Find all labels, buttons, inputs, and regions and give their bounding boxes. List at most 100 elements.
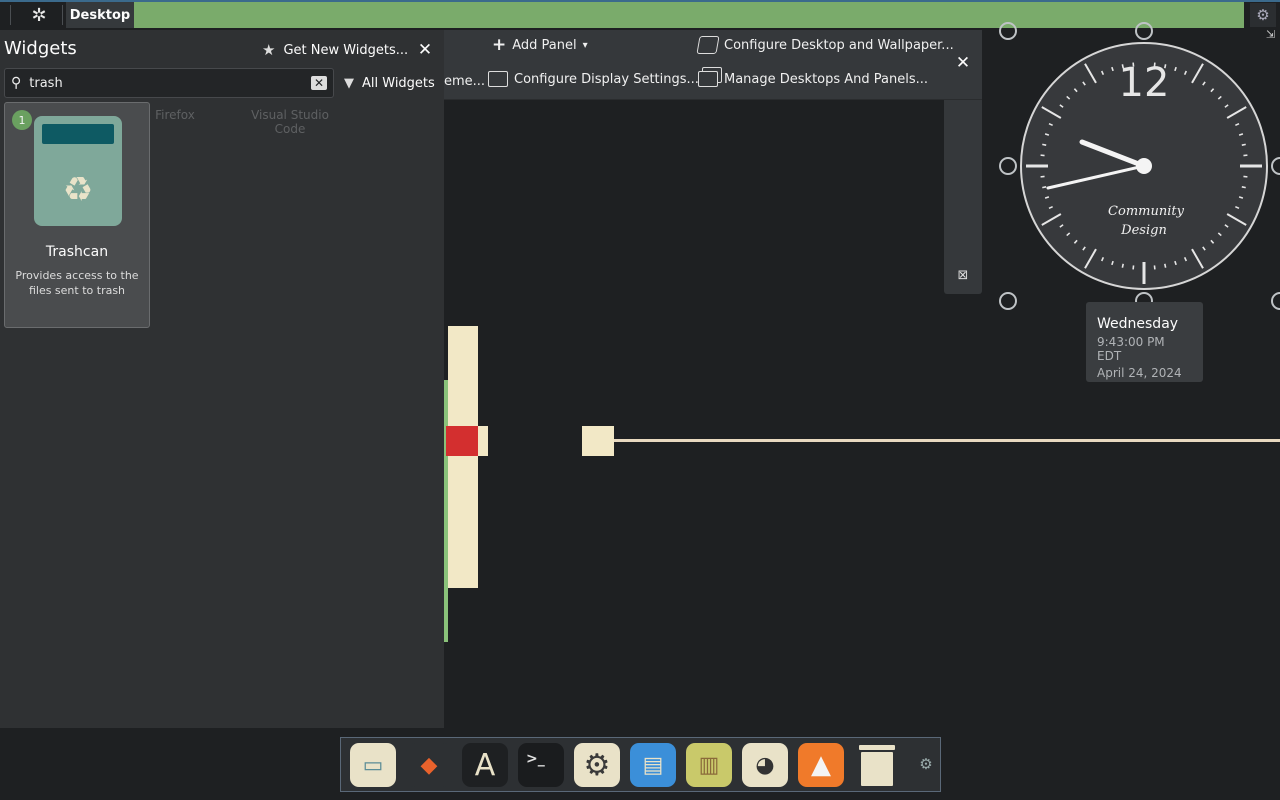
configure-desktop-label: Configure Desktop and Wallpaper... [724, 37, 954, 53]
clock-tick [1066, 232, 1071, 237]
clock-tick [1041, 106, 1062, 119]
visualizer-line [614, 439, 1280, 442]
clock-tick [1217, 232, 1222, 237]
clock-brand-line2: Design [1120, 223, 1167, 238]
clock-tick [1210, 88, 1215, 93]
clock-tick [1174, 66, 1177, 72]
configure-desktop-button[interactable]: Configure Desktop and Wallpaper... [696, 34, 954, 56]
clock-tick [1066, 95, 1071, 100]
clock-tick [1241, 186, 1246, 189]
ghost-label: Firefox [155, 108, 195, 122]
clock-tick [1111, 66, 1114, 72]
resize-handle[interactable] [1271, 292, 1280, 310]
clock-tick [1084, 248, 1097, 269]
clock-tick [1183, 70, 1188, 75]
clock-tick [1073, 88, 1078, 93]
clock-tick [1044, 133, 1050, 136]
resize-handle[interactable] [999, 22, 1017, 40]
clock-tick [1042, 186, 1047, 189]
delete-icon[interactable]: ⊠ [955, 266, 971, 284]
clock-tick [1048, 122, 1053, 127]
clock-tick [1238, 133, 1244, 136]
widget-description: Provides access to the files sent to tra… [15, 269, 139, 297]
filter-icon: ▼ [344, 75, 354, 91]
chevron-down-icon: ▾ [582, 39, 588, 51]
trash-lid [859, 745, 895, 750]
tooltip-date: April 24, 2024 [1097, 366, 1182, 380]
theme-button[interactable]: eme... [444, 70, 485, 92]
theme-label: eme... [444, 73, 486, 89]
clock-tick [1235, 205, 1240, 210]
tooltip-time: 9:43:00 PM EDT [1097, 335, 1165, 363]
wallpaper-icon [696, 36, 720, 54]
clock-tick [1226, 213, 1247, 226]
clock-tick [1121, 263, 1124, 268]
search-icon: ⚲ [11, 75, 22, 91]
gitlab-icon[interactable]: ◆ [406, 743, 452, 787]
clock-tick [1226, 106, 1247, 119]
visualizer-bar [478, 426, 488, 456]
hour-hand [1079, 139, 1147, 169]
clock-tick [1224, 224, 1229, 228]
clock-tick [1210, 239, 1215, 244]
clock-tick [1100, 70, 1105, 75]
resize-handle[interactable] [999, 292, 1017, 310]
kde-icon[interactable]: ✲ [26, 3, 52, 27]
clock-tick [1073, 239, 1078, 244]
close-icon[interactable]: ✕ [414, 39, 436, 61]
clock-tick [1084, 63, 1097, 84]
search-field[interactable] [29, 75, 303, 91]
recycle-icon: ♻ [62, 170, 94, 210]
terminal-icon[interactable]: >_ [518, 743, 564, 787]
clock-tick [1241, 143, 1246, 146]
settings-icon[interactable]: ⚙ [574, 743, 620, 787]
clock-tick [1082, 246, 1086, 251]
gear-icon[interactable]: ⚙ [915, 752, 937, 776]
screenshot-icon[interactable]: ▤ [630, 743, 676, 787]
resize-handle[interactable] [999, 157, 1017, 175]
desktop-tab[interactable]: Desktop [66, 2, 134, 28]
clock-tick [1164, 263, 1167, 268]
widgets-title: Widgets [4, 38, 77, 59]
add-panel-label: Add Panel [512, 37, 577, 53]
clock-tick [1224, 104, 1229, 108]
clock-tick [1202, 246, 1206, 251]
clock-tick [1044, 196, 1050, 199]
all-widgets-filter[interactable]: ▼ All Widgets [344, 72, 435, 94]
image-viewer-icon[interactable]: ▥ [686, 743, 732, 787]
widget-search-input[interactable]: ⚲ ✕ [4, 68, 334, 98]
widget-handle[interactable] [944, 100, 982, 294]
gimp-icon[interactable]: ◕ [742, 743, 788, 787]
divider [10, 5, 11, 25]
gear-icon[interactable]: ⚙ [1250, 3, 1276, 27]
configure-display-button[interactable]: Configure Display Settings... [488, 68, 699, 90]
configure-display-label: Configure Display Settings... [514, 71, 699, 87]
clock-tick [1111, 260, 1114, 266]
plus-icon: + [492, 35, 507, 55]
manage-desktops-button[interactable]: Manage Desktops And Panels... [698, 68, 928, 90]
add-panel-button[interactable]: + Add Panel ▾ [492, 34, 588, 56]
resize-handle[interactable] [1135, 22, 1153, 40]
clock-brand-line1: Community [1108, 204, 1185, 219]
clock-tick [1042, 143, 1047, 146]
divider [62, 5, 63, 25]
manage-desktops-label: Manage Desktops And Panels... [724, 71, 929, 87]
clock-tick [1048, 205, 1053, 210]
trashcan-lid [42, 124, 114, 144]
clock-tick [1183, 257, 1188, 262]
clear-icon[interactable]: ✕ [310, 76, 327, 90]
trash-icon[interactable] [854, 743, 900, 787]
get-new-widgets-button[interactable]: ★ Get New Widgets... [262, 40, 408, 60]
clock-tick [1174, 260, 1177, 266]
clock-twelve: 12 [1119, 60, 1170, 106]
resize-handle[interactable] [1271, 157, 1280, 175]
clock-face: 12 Community Design [1026, 60, 1262, 284]
visualizer-peak [446, 426, 478, 456]
widget-name: Trashcan [45, 244, 109, 260]
vlc-icon[interactable]: ▲ [798, 743, 844, 787]
analog-clock[interactable]: 12 Community Design [1020, 42, 1268, 290]
files-icon[interactable]: ▭ [350, 743, 396, 787]
resize-icon[interactable]: ⇲ [1266, 28, 1280, 41]
close-icon[interactable]: ✕ [952, 52, 974, 74]
fonts-icon[interactable]: A [462, 743, 508, 787]
